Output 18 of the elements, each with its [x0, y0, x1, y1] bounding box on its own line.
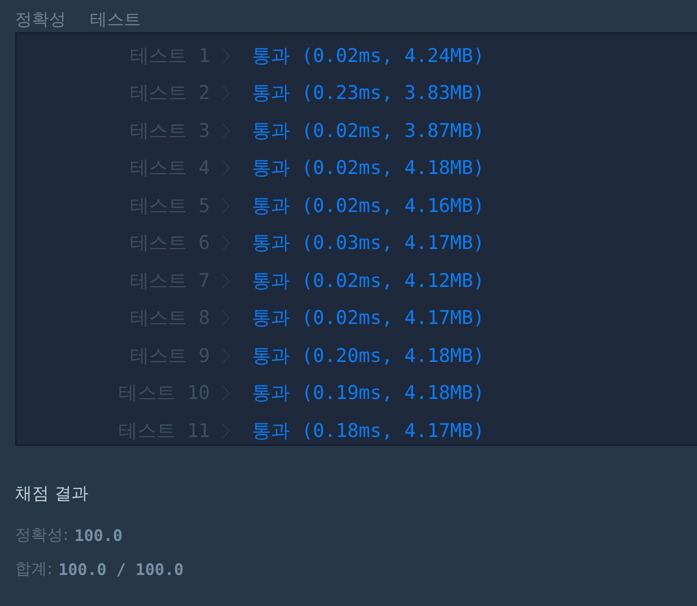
test-result: 통과 (0.02ms, 3.87MB) — [252, 118, 484, 144]
score-value: 100.0 / 100.0 — [58, 560, 184, 578]
section-title: 정확성 — [15, 9, 66, 32]
test-result: 통과 (0.18ms, 4.17MB) — [252, 418, 484, 444]
score-label: 정확성: — [15, 524, 68, 546]
test-result: 통과 (0.02ms, 4.12MB) — [252, 268, 484, 294]
test-result: 통과 (0.02ms, 4.24MB) — [252, 44, 484, 69]
score-label: 합계: — [15, 558, 52, 580]
section-subtitle: 테스트 — [90, 9, 141, 32]
test-result: 통과 (0.02ms, 4.17MB) — [252, 306, 484, 332]
test-result: 통과 (0.23ms, 3.83MB) — [252, 81, 484, 106]
grading-title: 채점 결과 — [15, 483, 90, 505]
test-result: 통과 (0.02ms, 4.18MB) — [252, 156, 484, 182]
test-result: 통과 (0.03ms, 4.17MB) — [252, 231, 484, 256]
test-result: 통과 (0.20ms, 4.18MB) — [252, 344, 484, 369]
test-result: 통과 (0.02ms, 4.16MB) — [252, 194, 484, 219]
score-value: 100.0 — [74, 526, 123, 544]
test-result: 통과 (0.19ms, 4.18MB) — [252, 381, 484, 406]
